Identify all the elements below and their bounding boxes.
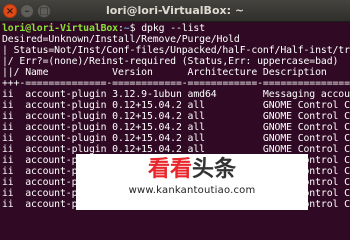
output-line: ii account-plugin 0.12+15.04.2 all GNOME… — [2, 122, 350, 133]
watermark-url: www.kankantoutiao.com — [128, 185, 256, 196]
watermark-logo-part2: 头条 — [192, 157, 237, 182]
window-titlebar: × – □ lori@lori-VirtualBox: ~ — [0, 0, 350, 22]
output-line: +++-==============-============-========… — [2, 78, 350, 89]
watermark-logo: 看看头条 — [76, 156, 308, 184]
prompt-line: lori@lori-VirtualBox:~$ dpkg --list — [2, 23, 205, 34]
prompt-symbol: $ — [129, 23, 136, 34]
prompt-user-host: lori@lori-VirtualBox — [2, 23, 118, 34]
prompt-command: dpkg --list — [141, 23, 205, 34]
watermark-overlay: 看看头条 www.kankantoutiao.com — [76, 154, 308, 210]
output-line: Desired=Unknown/Install/Remove/Purge/Hol… — [2, 34, 240, 45]
watermark-logo-part1: 看看 — [147, 157, 192, 182]
window-title: lori@lori-VirtualBox: ~ — [105, 4, 245, 17]
output-line: |/ Err?=(none)/Reinst-required (Status,E… — [2, 56, 339, 67]
output-line: ii account-plugin 3.12.9-1ubun amd64 Mes… — [2, 89, 350, 100]
output-line: ||/ Name Version Architecture Descriptio… — [2, 67, 327, 78]
output-line: | Status=Not/Inst/Conf-files/Unpacked/ha… — [2, 45, 350, 56]
output-line: ii account-plugin 0.12+15.04.2 all GNOME… — [2, 133, 350, 144]
output-line: ii account-plugin 0.12+15.04.2 all GNOME… — [2, 100, 350, 111]
output-line: ii account-plugin 0.12+15.04.2 all GNOME… — [2, 111, 350, 122]
